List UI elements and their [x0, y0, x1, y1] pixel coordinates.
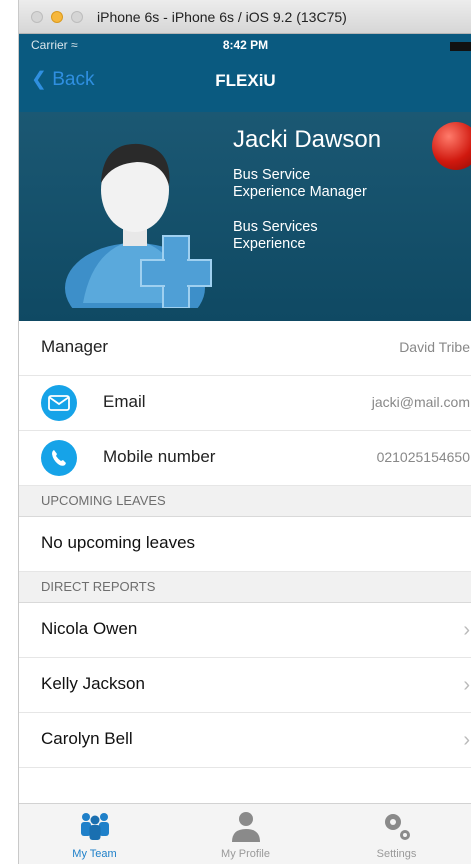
report-name: Kelly Jackson: [41, 674, 145, 693]
battery-icon: [450, 42, 471, 51]
mobile-label: Mobile number: [103, 447, 216, 466]
profile-name: Jacki Dawson: [233, 126, 382, 153]
no-leaves-row: No upcoming leaves: [19, 517, 471, 572]
phone-screen: Carrier ≈ 8:42 PM ❮ Back FLEXiU Jacki Da…: [19, 34, 471, 864]
report-name: Carolyn Bell: [41, 729, 133, 748]
chevron-right-icon: ›: [463, 619, 470, 641]
mobile-value[interactable]: 021025154650: [377, 449, 470, 465]
no-leaves-label: No upcoming leaves: [41, 533, 196, 552]
navigation-bar: ❮ Back FLEXiU: [19, 56, 471, 112]
details-list: Manager David Tribe Email jacki@mail.com…: [19, 321, 471, 768]
chevron-right-icon: ›: [463, 674, 470, 696]
chevron-right-icon: ›: [463, 729, 470, 751]
report-row[interactable]: Kelly Jackson ›: [19, 658, 471, 713]
manager-label: Manager: [41, 337, 109, 356]
team-icon: [19, 810, 170, 842]
tab-label: Settings: [376, 848, 417, 860]
tab-label: My Team: [72, 848, 117, 860]
status-bar: Carrier ≈ 8:42 PM: [19, 34, 471, 56]
close-window-button[interactable]: [31, 10, 43, 23]
user-add-avatar-icon: [65, 143, 212, 308]
simulator-window: iPhone 6s - iPhone 6s / iOS 9.2 (13C75) …: [18, 0, 471, 864]
status-indicator: [432, 122, 471, 170]
email-icon[interactable]: [41, 385, 77, 421]
gears-icon: [321, 810, 471, 844]
maximize-window-button[interactable]: [71, 10, 83, 23]
tab-my-team[interactable]: My Team: [19, 804, 170, 864]
email-value[interactable]: jacki@mail.com: [372, 394, 470, 410]
tab-settings[interactable]: Settings: [321, 804, 471, 864]
profile-department: Bus Services Experience: [233, 219, 318, 252]
manager-row: Manager David Tribe: [19, 321, 471, 376]
phone-icon[interactable]: [41, 440, 77, 476]
tab-my-profile[interactable]: My Profile: [170, 804, 321, 864]
direct-reports-header: DIRECT REPORTS: [19, 572, 471, 603]
top-bar: Carrier ≈ 8:42 PM ❮ Back FLEXiU: [19, 34, 471, 112]
window-title: iPhone 6s - iPhone 6s / iOS 9.2 (13C75): [97, 8, 347, 25]
report-row[interactable]: Nicola Owen ›: [19, 603, 471, 658]
upcoming-leaves-header: UPCOMING LEAVES: [19, 486, 471, 517]
profile-header: Jacki Dawson Bus Service Experience Mana…: [19, 112, 471, 321]
mobile-row[interactable]: Mobile number 021025154650: [19, 431, 471, 486]
window-titlebar: iPhone 6s - iPhone 6s / iOS 9.2 (13C75): [19, 0, 471, 34]
status-time: 8:42 PM: [222, 38, 269, 52]
tab-bar: My Team My Profile Settings: [19, 803, 471, 864]
profile-role: Bus Service Experience Manager: [233, 167, 367, 200]
report-row[interactable]: Carolyn Bell ›: [19, 713, 471, 768]
email-label: Email: [103, 392, 146, 411]
nav-title: FLEXiU: [215, 71, 276, 90]
minimize-window-button[interactable]: [51, 10, 63, 23]
email-row[interactable]: Email jacki@mail.com: [19, 376, 471, 431]
window-controls: [31, 10, 83, 23]
manager-value: David Tribe: [399, 339, 470, 355]
tab-label: My Profile: [221, 848, 270, 860]
report-name: Nicola Owen: [41, 619, 138, 638]
profile-icon: [170, 810, 321, 844]
